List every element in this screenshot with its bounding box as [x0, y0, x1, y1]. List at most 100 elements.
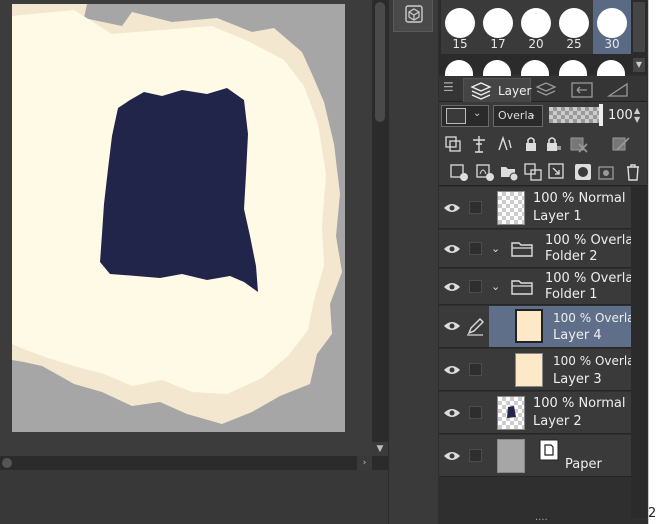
apply-mask-icon[interactable]	[597, 162, 617, 182]
middle-toolbar	[388, 0, 438, 524]
new-vector-layer-icon[interactable]	[475, 162, 495, 182]
brush-size-palette: 15 17 20 25 30	[439, 0, 631, 76]
vertical-scroll-thumb[interactable]	[375, 2, 385, 122]
layer-mask-icon[interactable]	[573, 162, 593, 182]
chevron-down-icon[interactable]: ⌄	[491, 242, 500, 255]
scroll-down-icon[interactable]: ▼	[372, 442, 388, 456]
new-folder-icon[interactable]	[499, 162, 519, 182]
draft-layer-icon[interactable]	[495, 134, 515, 154]
chevron-down-icon[interactable]: ⌄	[473, 108, 481, 119]
menu-icon[interactable]: ☰	[443, 80, 457, 96]
chevron-down-icon[interactable]: ⌄	[528, 109, 536, 120]
brush-preview-icon[interactable]	[483, 60, 511, 76]
layer-name: Layer 1	[533, 209, 582, 224]
brush-scroll-thumb[interactable]	[633, 2, 645, 52]
eye-icon[interactable]	[443, 407, 461, 419]
layer-checkbox[interactable]	[469, 449, 482, 462]
opacity-slider[interactable]	[549, 107, 601, 123]
layer-thumbnail	[497, 439, 525, 473]
layer-property-icon	[535, 82, 557, 96]
horizontal-scroll-thumb[interactable]	[2, 458, 12, 468]
brush-size-30[interactable]: 30	[593, 0, 631, 54]
canvas-paper[interactable]	[12, 4, 345, 432]
layer-row-layer-1[interactable]: 100 % Normal Layer 1	[439, 187, 631, 229]
eye-icon[interactable]	[443, 281, 461, 293]
eye-icon[interactable]	[443, 243, 461, 255]
brush-preview-icon[interactable]	[445, 60, 473, 76]
layer-row-layer-4[interactable]: 100 % Overlay Layer 4	[489, 306, 642, 348]
canvas-bottom-bar	[0, 470, 390, 524]
brush-preview-icon[interactable]	[597, 60, 625, 76]
reference-layer-icon[interactable]	[469, 134, 489, 154]
layer-thumbnail	[497, 191, 525, 225]
clip-layer-icon[interactable]	[443, 134, 463, 154]
new-raster-layer-icon[interactable]	[449, 162, 469, 182]
brush-preview-icon	[559, 8, 589, 38]
brush-preview-icon[interactable]	[559, 60, 587, 76]
layer-thumbnail	[515, 309, 543, 343]
layer-checkbox[interactable]	[469, 406, 482, 419]
eye-icon[interactable]	[443, 202, 461, 214]
delete-layer-icon[interactable]	[623, 162, 643, 182]
lock-icon[interactable]	[521, 134, 541, 154]
merge-down-icon[interactable]	[547, 162, 567, 182]
layer-thumbnail-stroke	[507, 406, 516, 418]
layer-checkbox[interactable]	[469, 363, 482, 376]
layer-checkbox[interactable]	[469, 242, 482, 255]
layer-blend-info: 100 % Overlay	[545, 233, 641, 248]
brush-size-label: 25	[566, 37, 582, 51]
layer-row-folder-2[interactable]: ⌄ 100 % Overlay Folder 2	[439, 230, 641, 268]
layer-name: Layer 3	[553, 372, 602, 387]
opacity-value[interactable]: 100	[608, 108, 633, 123]
brush-preview-icon	[483, 8, 513, 38]
layer-blend-info: 100 % Overlay	[553, 311, 642, 325]
opacity-slider-handle[interactable]	[599, 104, 603, 126]
horizontal-scrollbar[interactable]	[0, 456, 372, 470]
edge-digit: 2	[648, 506, 657, 521]
layer-checkbox[interactable]	[469, 280, 482, 293]
ruler-show-icon[interactable]	[611, 134, 631, 154]
layer-option-toolbar	[439, 130, 647, 158]
layer-checkbox[interactable]	[469, 201, 482, 214]
scroll-right-icon[interactable]: ›	[357, 456, 372, 470]
layer-row-paper[interactable]: Paper	[439, 435, 631, 477]
layer-row-layer-2[interactable]: 100 % Normal Layer 2	[439, 392, 631, 434]
resize-handle[interactable]: ....	[535, 512, 548, 523]
mask-enable-icon[interactable]	[569, 134, 589, 154]
brush-preview-icon[interactable]	[521, 60, 549, 76]
layer-opacity: 100 %	[553, 354, 592, 368]
eye-icon[interactable]	[443, 320, 461, 332]
transfer-down-icon[interactable]	[523, 162, 543, 182]
layer-color-swatch[interactable]	[446, 108, 466, 124]
layer-opacity: 100 %	[545, 271, 587, 286]
eye-icon[interactable]	[443, 364, 461, 376]
paper-icon	[539, 439, 559, 461]
brush-size-20[interactable]: 20	[517, 0, 555, 54]
layer-name: Layer 2	[533, 414, 582, 429]
window-edge	[648, 0, 649, 524]
layer-name: Folder 1	[545, 287, 598, 302]
tab-history[interactable]	[569, 80, 595, 100]
layer-row-folder-1[interactable]: ⌄ 100 % Overlay Folder 1	[439, 269, 641, 305]
layer-row-layer-3[interactable]: 100 % Overlay Layer 3	[439, 349, 642, 391]
layer-thumbnail	[515, 353, 543, 387]
lock-transparent-icon[interactable]	[543, 134, 563, 154]
chevron-down-icon[interactable]: ⌄	[491, 280, 500, 293]
brush-size-label: 30	[604, 37, 620, 51]
layer-action-toolbar	[439, 158, 647, 186]
tab-layer[interactable]: Layer	[463, 78, 531, 102]
layer-list-scrollbar[interactable]	[631, 186, 647, 518]
3d-cube-button[interactable]	[393, 0, 433, 32]
brush-size-17[interactable]: 17	[479, 0, 517, 54]
eye-icon[interactable]	[443, 450, 461, 462]
brush-size-15[interactable]: 15	[441, 0, 479, 54]
canvas-artwork	[12, 4, 342, 424]
layer-row-layer-4-controls[interactable]	[439, 306, 489, 348]
tab-search-layer[interactable]	[605, 80, 631, 100]
tab-layer-property[interactable]	[533, 80, 559, 100]
layer-thumbnail	[497, 396, 525, 430]
brush-preview-icon	[597, 8, 627, 38]
brush-size-25[interactable]: 25	[555, 0, 593, 54]
chevron-down-icon[interactable]: ▼	[633, 58, 645, 72]
opacity-spinner-icon[interactable]: ▲ ▼	[634, 106, 640, 124]
